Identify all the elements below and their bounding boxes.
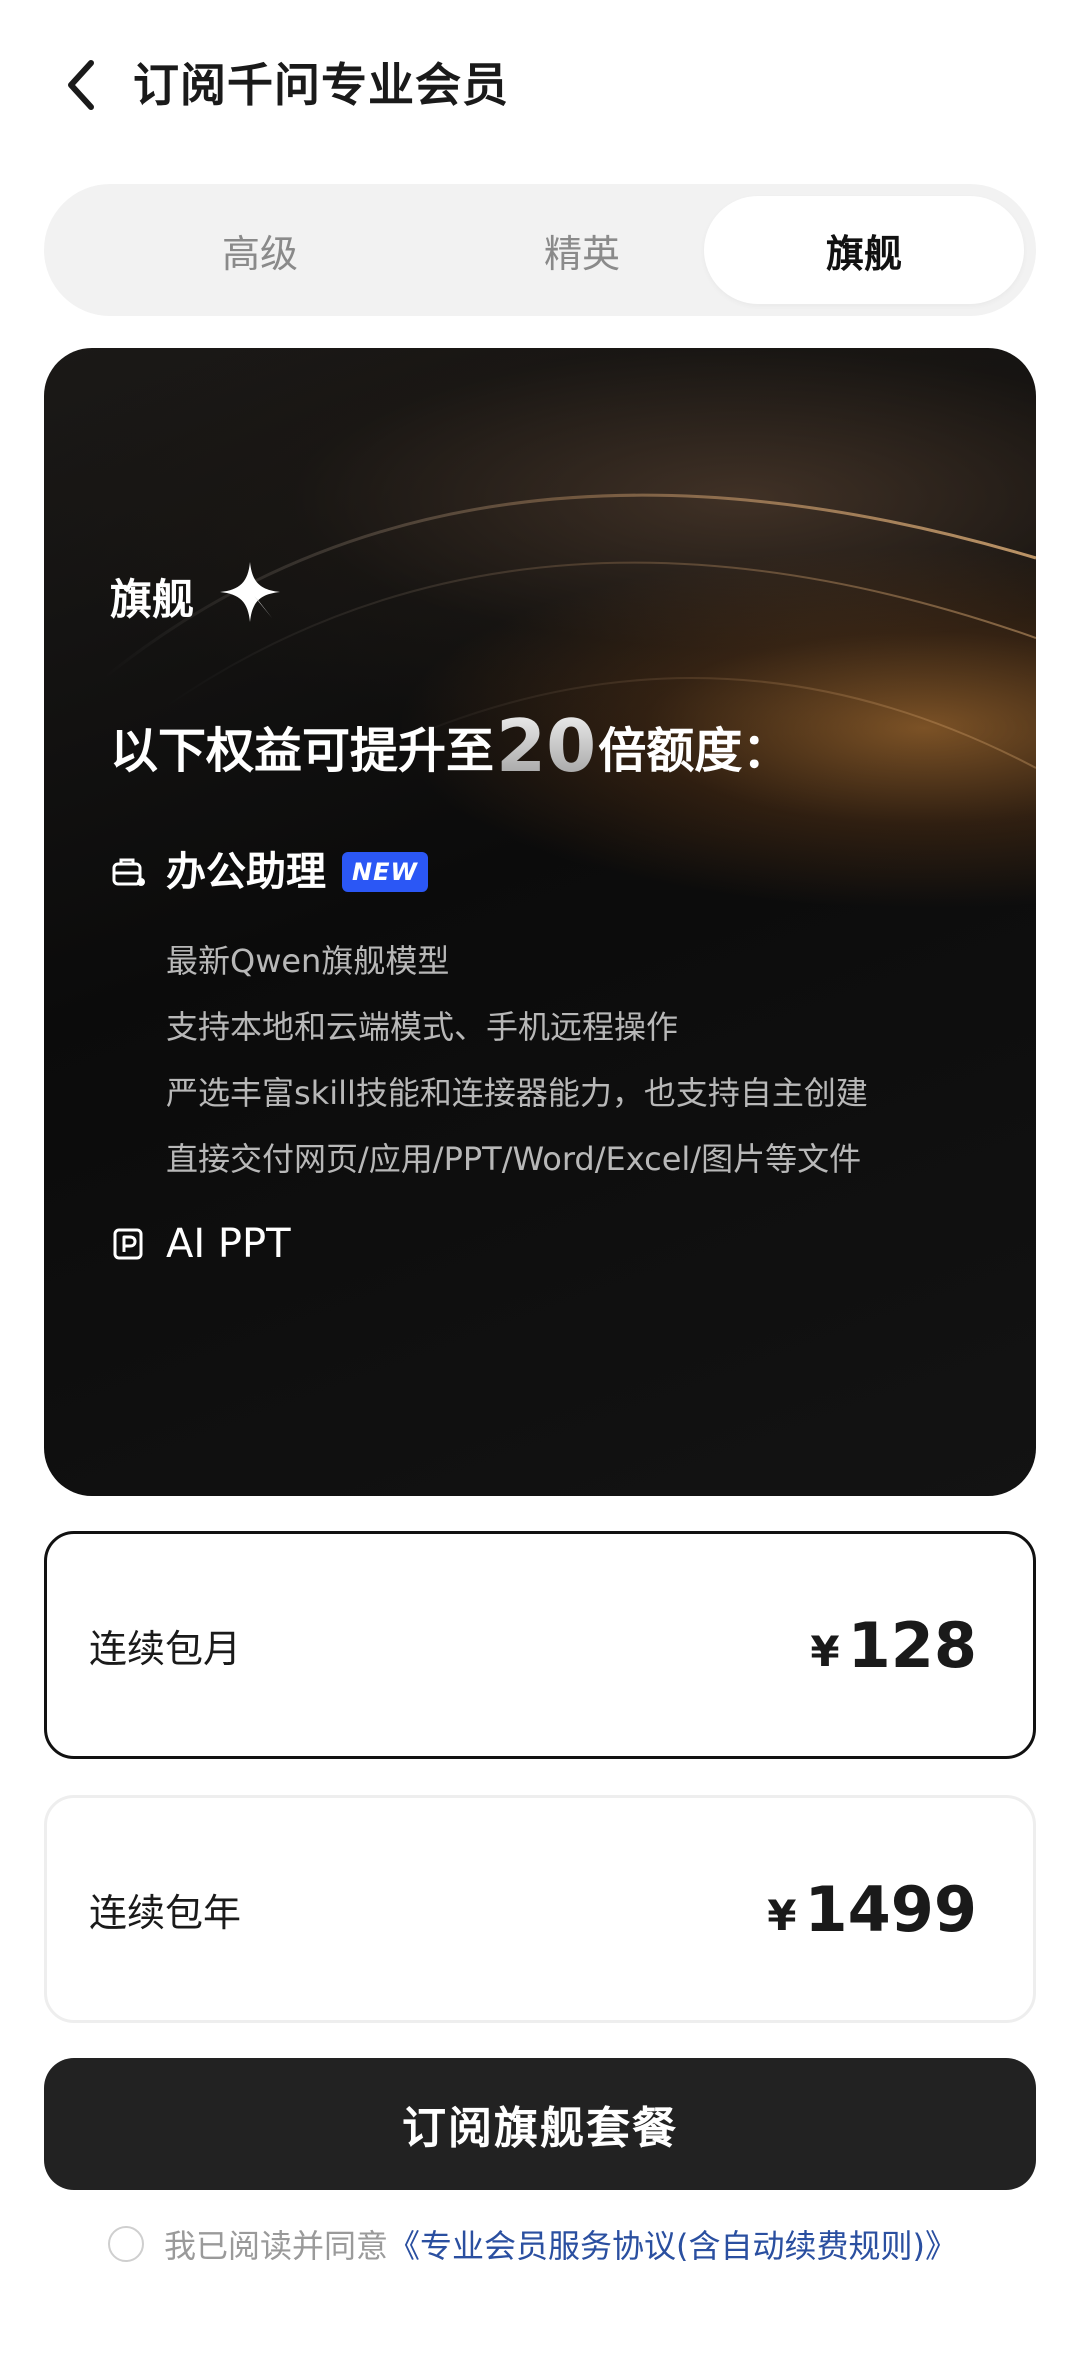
header: 订阅千问专业会员: [0, 30, 1080, 140]
agreement-checkbox[interactable]: [108, 2226, 144, 2262]
plan-label: 连续包年: [89, 1890, 242, 1935]
plan-price: ¥ 128: [810, 1534, 977, 1756]
price-amount: 128: [847, 1608, 977, 1682]
tab-elite[interactable]: 精英: [422, 196, 742, 304]
tier-tabs: 高级 精英 旗舰: [44, 184, 1036, 316]
office-assistant-icon: [112, 858, 145, 886]
currency-symbol: ¥: [810, 1626, 840, 1676]
headline-multiplier: 20: [496, 704, 597, 788]
plan-label: 连续包月: [89, 1626, 242, 1671]
ppt-icon: [113, 1228, 143, 1260]
feature-office-assistant: 办公助理 NEW: [110, 842, 428, 902]
price-amount: 1499: [804, 1872, 977, 1946]
chevron-left-icon: [68, 60, 94, 110]
plan-price: ¥ 1499: [767, 1798, 977, 2020]
benefits-card: 旗舰 以下权益可提升至20倍额度： 办公助理 NEW 最新Qwen旗舰模型 支持…: [44, 348, 1036, 1496]
tab-premium[interactable]: 高级: [100, 196, 420, 304]
back-button[interactable]: [48, 52, 114, 118]
feature-ai-ppt: AI PPT: [110, 1214, 291, 1274]
tab-flagship[interactable]: 旗舰: [704, 196, 1024, 304]
headline-suffix: 倍额度：: [598, 723, 791, 779]
benefits-headline: 以下权益可提升至20倍额度：: [110, 706, 790, 791]
feature-detail: 最新Qwen旗舰模型: [166, 942, 450, 980]
subscribe-button[interactable]: 订阅旗舰套餐: [44, 2058, 1036, 2190]
tier-name: 旗舰: [110, 575, 195, 624]
feature-detail: 支持本地和云端模式、手机远程操作: [166, 1008, 679, 1046]
feature-details: 最新Qwen旗舰模型 支持本地和云端模式、手机远程操作 严选丰富skill技能和…: [166, 928, 868, 1192]
page-title: 订阅千问专业会员: [133, 58, 509, 112]
feature-title: AI PPT: [166, 1221, 291, 1267]
new-badge: NEW: [342, 852, 428, 892]
agreement-prefix: 我已阅读并同意: [164, 2227, 389, 2265]
plan-monthly[interactable]: 连续包月 ¥ 128: [44, 1531, 1036, 1759]
feature-detail: 严选丰富skill技能和连接器能力，也支持自主创建: [166, 1074, 868, 1112]
headline-prefix: 以下权益可提升至: [110, 723, 495, 779]
feature-detail: 直接交付网页/应用/PPT/Word/Excel/图片等文件: [166, 1140, 862, 1178]
currency-symbol: ¥: [767, 1890, 797, 1940]
agreement-row: 我已阅读并同意 《专业会员服务协议(含自动续费规则)》: [108, 2218, 957, 2270]
agreement-link[interactable]: 《专业会员服务协议(含自动续费规则)》: [388, 2221, 957, 2267]
sparkle-icon: [220, 562, 280, 622]
subscription-page: 订阅千问专业会员 高级 精英 旗舰 旗舰 以下权益可提升至20倍额度： 办公助理…: [0, 0, 1080, 2375]
feature-title: 办公助理: [166, 849, 326, 895]
plan-yearly[interactable]: 连续包年 ¥ 1499: [44, 1795, 1036, 2023]
